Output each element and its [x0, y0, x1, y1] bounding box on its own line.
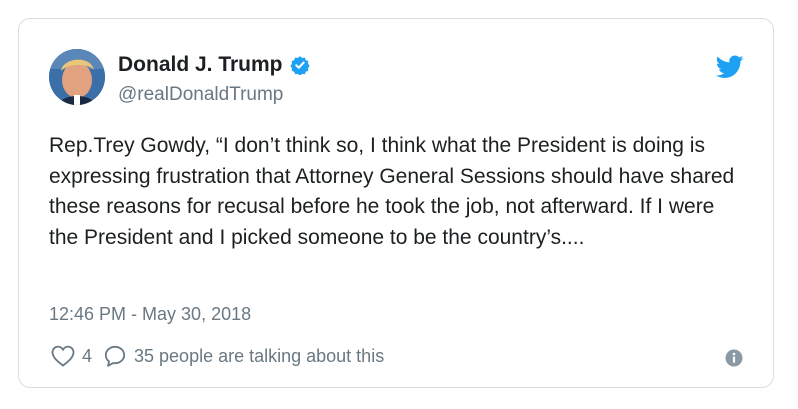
engagement-bar: 4 35 people are talking about this: [51, 345, 384, 367]
like-button[interactable]: 4: [51, 345, 104, 367]
author-name-text: Donald J. Trump: [118, 53, 283, 76]
tweet-text: Rep.Trey Gowdy, “I don’t think so, I thi…: [49, 134, 735, 249]
verified-badge-icon: [289, 55, 310, 76]
reply-bubble-icon: [104, 345, 126, 367]
twitter-bird-icon[interactable]: [716, 55, 744, 79]
heart-icon: [51, 345, 75, 367]
tweet-card[interactable]: Donald J. Trump @realDonaldTrump Rep.Tre…: [18, 18, 774, 388]
reply-button[interactable]: 35 people are talking about this: [104, 345, 384, 367]
author-handle[interactable]: @realDonaldTrump: [118, 84, 283, 106]
avatar[interactable]: [49, 49, 105, 105]
author-display-name[interactable]: Donald J. Trump: [118, 53, 310, 77]
avatar-image: [49, 49, 105, 105]
tweet-timestamp[interactable]: 12:46 PM - May 30, 2018: [49, 304, 251, 325]
talking-count-text: 35 people are talking about this: [134, 345, 385, 366]
like-count: 4: [82, 345, 93, 366]
info-icon[interactable]: [725, 349, 743, 367]
